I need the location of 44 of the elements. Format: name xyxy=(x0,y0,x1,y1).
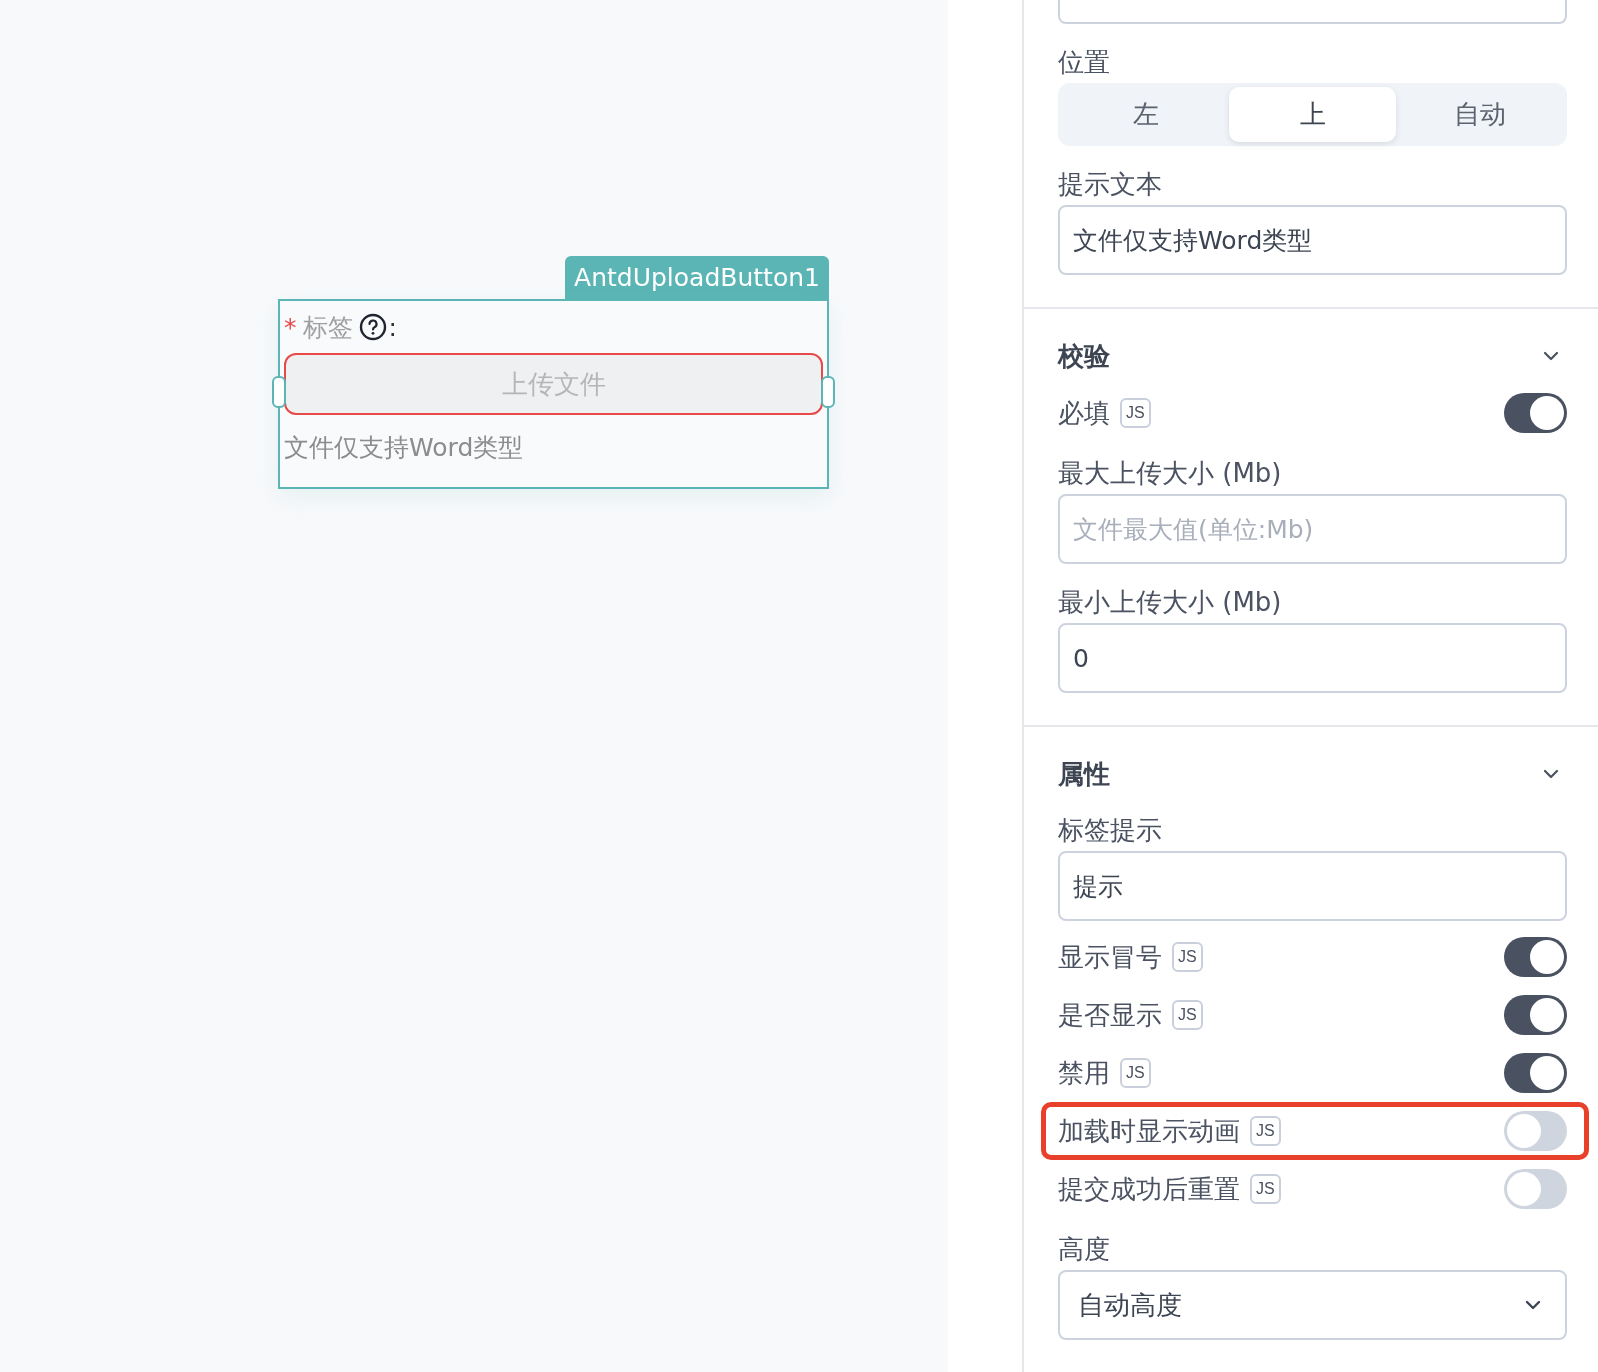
required-mark: * xyxy=(284,312,297,342)
js-badge[interactable]: JS xyxy=(1120,1058,1151,1088)
toggle-label: 提交成功后重置 xyxy=(1058,1172,1240,1206)
input-field[interactable]: 文件仅支持Word类型 xyxy=(1058,205,1567,275)
field-label: 提示文本 xyxy=(1058,168,1163,201)
toggle-label: 禁用 xyxy=(1058,1056,1110,1090)
label-colon: : xyxy=(388,312,397,342)
js-badge[interactable]: JS xyxy=(1250,1174,1281,1204)
field-label: 标签提示 xyxy=(1058,814,1163,847)
input-field[interactable]: 提示 xyxy=(1058,851,1567,921)
input-field[interactable] xyxy=(1058,0,1567,24)
hint-text: 文件仅支持Word类型 xyxy=(284,432,525,464)
resize-handle[interactable] xyxy=(272,376,286,408)
js-badge[interactable]: JS xyxy=(1172,1000,1203,1030)
field-label: 最小上传大小 (Mb) xyxy=(1058,586,1283,619)
toggle-switch[interactable] xyxy=(1504,1169,1567,1209)
help-icon[interactable] xyxy=(358,313,387,341)
component-tag: AntdUploadButton1 xyxy=(565,256,829,299)
toggle-label: 显示冒号 xyxy=(1058,940,1162,974)
toggle-label: 必填 xyxy=(1058,396,1110,430)
field-label: 位置 xyxy=(1058,46,1111,79)
js-badge[interactable]: JS xyxy=(1172,942,1203,972)
section-title: 校验 xyxy=(1058,339,1110,373)
toggle-switch[interactable] xyxy=(1504,393,1567,433)
select-field[interactable]: 自动高度 xyxy=(1058,1270,1567,1340)
toggle-switch[interactable] xyxy=(1504,937,1567,977)
toggle-switch[interactable] xyxy=(1504,995,1567,1035)
section-title: 属性 xyxy=(1058,757,1110,791)
toggle-switch[interactable] xyxy=(1504,1053,1567,1093)
field-label: 高度 xyxy=(1058,1233,1111,1266)
segment-option[interactable]: 上 xyxy=(1229,87,1396,142)
component-frame[interactable]: * 标签 : 上传文件 文件仅支持Word类型 xyxy=(278,299,829,489)
toggle-label: 是否显示 xyxy=(1058,998,1162,1032)
field-label: 标签 xyxy=(302,311,353,344)
toggle-label: 加载时显示动画 xyxy=(1058,1114,1240,1148)
input-field[interactable]: 文件最大值(单位:Mb) xyxy=(1058,494,1567,564)
js-badge[interactable]: JS xyxy=(1250,1116,1281,1146)
field-label: 最大上传大小 (Mb) xyxy=(1058,457,1283,490)
js-badge[interactable]: JS xyxy=(1120,398,1151,428)
input-field[interactable]: 0 xyxy=(1058,623,1567,693)
segment-option[interactable]: 左 xyxy=(1062,87,1229,142)
toggle-switch[interactable] xyxy=(1504,1111,1567,1151)
resize-handle[interactable] xyxy=(821,376,835,408)
segment-option[interactable]: 自动 xyxy=(1396,87,1563,142)
